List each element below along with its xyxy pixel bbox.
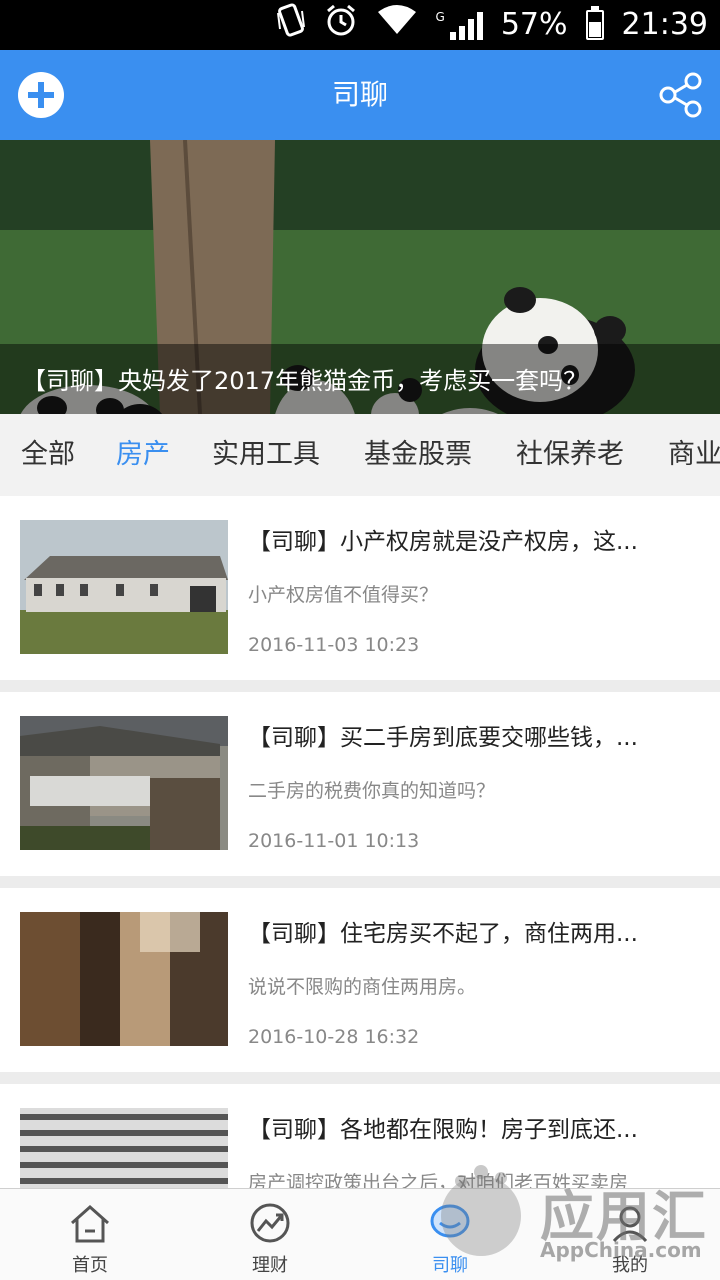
tab-funds-stocks[interactable]: 基金股票	[364, 414, 472, 496]
list-item[interactable]: 【司聊】小产权房就是没产权房，这... 小产权房值不值得买？ 2016-11-0…	[0, 496, 720, 680]
tab-tools[interactable]: 实用工具	[212, 414, 320, 496]
status-icons: G 57% 21:39	[276, 2, 708, 47]
nav-finance[interactable]: 理财	[210, 1189, 330, 1280]
list-item[interactable]: 【司聊】住宅房买不起了，商住两用... 说说不限购的商住两用房。 2016-10…	[0, 888, 720, 1072]
nav-label: 司聊	[432, 1255, 468, 1276]
tab-business[interactable]: 商业	[668, 414, 720, 496]
tab-social-security[interactable]: 社保养老	[516, 414, 624, 496]
article-title: 【司聊】买二手房到底要交哪些钱，...	[248, 725, 638, 751]
tab-all[interactable]: 全部	[21, 414, 75, 496]
article-thumbnail	[20, 716, 228, 850]
nav-label: 理财	[252, 1255, 288, 1276]
network-type: G	[435, 10, 445, 24]
vibrate-icon	[276, 2, 306, 48]
finance-icon	[250, 1203, 290, 1243]
tab-real-estate[interactable]: 房产	[116, 414, 170, 496]
article-date: 2016-11-01 10:13	[248, 830, 420, 852]
article-thumbnail	[20, 520, 228, 654]
bottom-nav: 首页 理财 司聊 我的	[0, 1188, 720, 1280]
nav-chat[interactable]: 司聊	[390, 1189, 510, 1280]
share-icon[interactable]	[656, 70, 706, 120]
article-title: 【司聊】小产权房就是没产权房，这...	[248, 529, 638, 555]
profile-icon	[612, 1206, 648, 1243]
app-header: 司聊	[0, 50, 720, 140]
alarm-icon	[324, 3, 358, 48]
article-thumbnail	[20, 912, 228, 1046]
article-summary: 小产权房值不值得买？	[248, 584, 439, 606]
nav-label: 首页	[72, 1255, 108, 1276]
article-title: 【司聊】各地都在限购！房子到底还...	[248, 1117, 638, 1143]
wifi-icon	[376, 4, 418, 47]
nav-home[interactable]: 首页	[30, 1189, 150, 1280]
nav-profile[interactable]: 我的	[570, 1189, 690, 1280]
banner-carousel[interactable]: 【司聊】央妈发了2017年熊猫金币，考虑买一套吗？	[0, 140, 720, 414]
battery-icon	[585, 6, 604, 40]
chat-icon	[430, 1204, 470, 1238]
article-title: 【司聊】住宅房买不起了，商住两用...	[248, 921, 638, 947]
clock: 21:39	[621, 7, 708, 42]
list-item[interactable]: 【司聊】买二手房到底要交哪些钱，... 二手房的税费你真的知道吗？ 2016-1…	[0, 692, 720, 876]
home-icon	[71, 1204, 109, 1243]
article-date: 2016-11-03 10:23	[248, 634, 420, 656]
battery-percent: 57%	[500, 7, 568, 42]
page-title: 司聊	[331, 78, 388, 111]
article-date: 2016-10-28 16:32	[248, 1026, 420, 1048]
category-tabs: 全部 房产 实用工具 基金股票 社保养老 商业	[0, 414, 720, 496]
nav-label: 我的	[612, 1255, 648, 1276]
banner-caption: 【司聊】央妈发了2017年熊猫金币，考虑买一套吗？	[22, 367, 588, 395]
article-summary: 二手房的税费你真的知道吗？	[248, 780, 496, 802]
status-bar: G 57% 21:39	[0, 0, 720, 50]
signal-icon: G	[436, 10, 483, 40]
article-summary: 说说不限购的商住两用房。	[248, 976, 477, 998]
